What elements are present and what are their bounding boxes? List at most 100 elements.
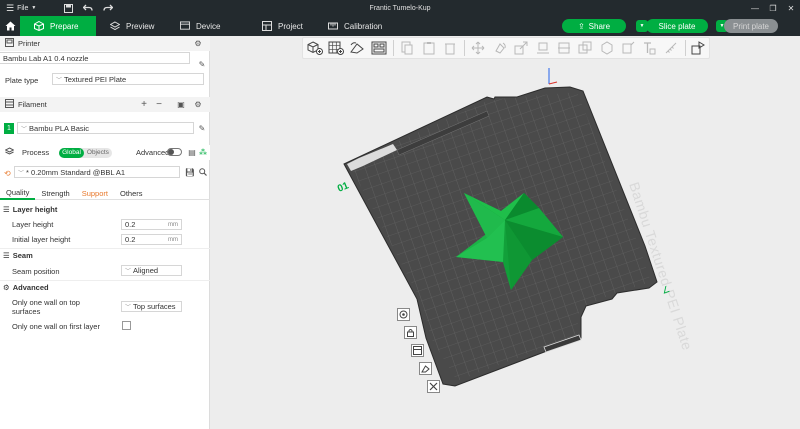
one-wall-top-select[interactable]: ﹀ Top surfaces xyxy=(121,301,182,312)
tab-prepare[interactable]: Prepare xyxy=(20,16,96,36)
printer-icon xyxy=(180,21,190,31)
tab-label: Calibration xyxy=(344,21,383,31)
add-filament-icon[interactable]: + xyxy=(139,99,149,110)
plate-lock-icon[interactable] xyxy=(404,326,417,339)
layer-height-input[interactable]: 0.2 mm xyxy=(121,219,182,230)
seam-group-heading: ☰ Seam xyxy=(3,251,33,260)
filament-slot-badge[interactable]: 1 xyxy=(4,123,14,134)
x-axis xyxy=(548,81,558,85)
grid-icon[interactable]: ⁂ xyxy=(198,147,208,157)
close-icon[interactable]: ✕ xyxy=(782,0,800,16)
one-wall-top-value: Top surfaces xyxy=(133,302,176,311)
compare-icon[interactable]: ▤ xyxy=(187,147,197,157)
process-section-label: Process xyxy=(22,148,50,157)
one-wall-top-label-line2: surfaces xyxy=(12,307,41,316)
edit-icon[interactable]: ✎ xyxy=(197,59,207,69)
layer-height-unit: mm xyxy=(168,221,178,228)
build-plate-view[interactable]: Bambu Textured PEI Plate 01 ∠ xyxy=(211,36,800,429)
tab-quality[interactable]: Quality xyxy=(0,186,36,200)
edit-icon[interactable]: ✎ xyxy=(197,123,207,133)
restore-icon[interactable]: ❐ xyxy=(764,0,782,16)
save-preset-icon[interactable]: 💾︎ xyxy=(185,167,195,177)
advanced-toggle-label: Advanced xyxy=(136,148,170,157)
tab-others[interactable]: Others xyxy=(114,186,149,200)
printer-select-value: Bambu Lab A1 0.4 nozzle xyxy=(3,53,89,63)
chevron-down-icon: ﹀ xyxy=(21,126,28,133)
filament-section-label: Filament xyxy=(18,100,47,109)
share-button[interactable]: ⇪ Share xyxy=(562,19,626,33)
project-icon xyxy=(262,21,272,31)
modified-indicator-icon: ⟲ xyxy=(4,169,11,178)
objects-toggle[interactable]: Objects xyxy=(84,148,112,158)
layer-height-group-heading: ☰ Layer height xyxy=(3,205,57,214)
chevron-down-icon: ﹀ xyxy=(18,170,25,177)
layers-icon xyxy=(110,21,120,31)
plate-settings-icon[interactable] xyxy=(397,308,410,321)
global-objects-toggle[interactable]: Global Objects xyxy=(59,147,112,158)
cube-icon xyxy=(34,21,44,31)
remove-filament-icon[interactable]: − xyxy=(154,99,164,110)
process-preset-value: * 0.20mm Standard @BBL A1 xyxy=(26,167,126,177)
initial-layer-height-input[interactable]: 0.2 mm xyxy=(121,234,182,245)
tab-project[interactable]: Project xyxy=(248,16,314,36)
home-icon[interactable] xyxy=(0,16,20,36)
process-icon xyxy=(4,147,15,158)
advanced-toggle-switch[interactable] xyxy=(167,148,182,156)
tab-label: Project xyxy=(278,21,303,31)
chevron-down-icon: ﹀ xyxy=(125,305,132,311)
slice-plate-button[interactable]: Slice plate xyxy=(646,19,708,33)
plate-delete-icon[interactable] xyxy=(427,380,440,393)
undo-icon[interactable] xyxy=(78,0,98,16)
print-plate-label: Print plate xyxy=(732,21,770,31)
tab-support[interactable]: Support xyxy=(76,186,114,200)
file-menu[interactable]: ☰ File ▼ xyxy=(0,3,36,14)
filament-settings-icon[interactable]: ⚙ xyxy=(193,99,203,109)
plate-orient-icon[interactable] xyxy=(419,362,432,375)
tab-preview[interactable]: Preview xyxy=(96,16,166,36)
share-button-label: Share xyxy=(588,21,611,31)
tab-calibration[interactable]: Calibration xyxy=(314,16,400,36)
tab-label: Prepare xyxy=(50,21,79,31)
calibration-icon xyxy=(328,21,338,31)
initial-layer-height-unit: mm xyxy=(168,236,178,243)
minimize-icon[interactable]: — xyxy=(746,0,764,16)
process-tabs: Quality Strength Support Others xyxy=(0,186,210,200)
printer-icon xyxy=(5,38,14,49)
filament-sync-icon[interactable]: ▣ xyxy=(176,99,186,109)
process-preset-select[interactable]: ﹀ * 0.20mm Standard @BBL A1 xyxy=(14,166,180,178)
title-bar: ☰ File ▼ Frantic Tumelo-Kup — ❐ ✕ xyxy=(0,0,800,16)
seam-position-label: Seam position xyxy=(12,267,60,276)
plate-type-label: Plate type xyxy=(5,76,39,85)
advanced-group-heading: ⚙ Advanced xyxy=(3,283,49,292)
window-title: Frantic Tumelo-Kup xyxy=(369,4,431,12)
search-icon[interactable] xyxy=(198,167,208,177)
one-wall-top-label-line1: Only one wall on top xyxy=(12,298,80,307)
seam-position-value: Aligned xyxy=(133,266,159,275)
one-wall-first-layer-checkbox[interactable] xyxy=(122,321,131,330)
printer-section-label: Printer xyxy=(18,39,41,48)
global-toggle[interactable]: Global xyxy=(59,147,84,158)
plate-arrange-icon[interactable] xyxy=(411,344,424,357)
seam-position-select[interactable]: ﹀ Aligned xyxy=(121,265,182,276)
process-section-header: Process Global Objects Advanced ▤ ⁂ xyxy=(0,145,210,160)
redo-icon[interactable] xyxy=(98,0,118,16)
plate-type-select[interactable]: ﹀ Textured PEI Plate xyxy=(52,73,204,85)
printer-section-header: Printer xyxy=(0,36,210,51)
tab-strength[interactable]: Strength xyxy=(35,186,75,200)
tab-label: Device xyxy=(196,21,221,31)
tab-device[interactable]: Device xyxy=(166,16,248,36)
print-plate-button[interactable]: Print plate xyxy=(724,19,778,33)
chevron-down-icon: ﹀ xyxy=(125,269,132,275)
save-icon[interactable] xyxy=(58,0,78,16)
printer-settings-icon[interactable]: ⚙ xyxy=(193,38,203,48)
seam-group-label: Seam xyxy=(12,251,33,260)
initial-layer-height-label: Initial layer height xyxy=(12,235,71,244)
chevron-down-icon: ▼ xyxy=(31,5,37,11)
filament-slot-number: 1 xyxy=(7,125,11,132)
advanced-icon: ⚙ xyxy=(3,283,10,292)
printer-select[interactable]: Bambu Lab A1 0.4 nozzle xyxy=(0,52,190,64)
upload-icon: ⇪ xyxy=(577,21,585,31)
layer-height-icon: ☰ xyxy=(3,205,10,214)
filament-select[interactable]: ﹀ Bambu PLA Basic xyxy=(17,122,194,134)
layer-height-group-label: Layer height xyxy=(12,205,58,214)
